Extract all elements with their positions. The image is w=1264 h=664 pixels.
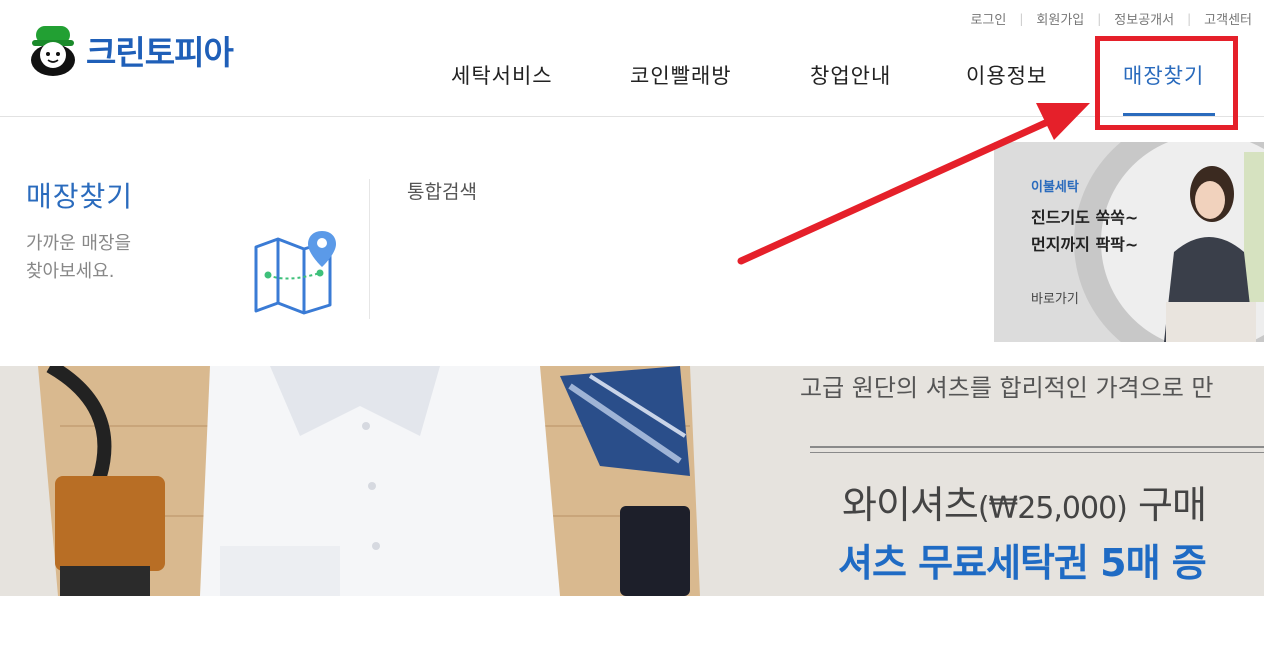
promo-banner[interactable]: 이불세탁 진드기도 쏙쏙~ 먼지까지 팍팍~ 바로가기 <box>994 142 1264 342</box>
separator: | <box>1097 11 1102 26</box>
banner-offer-price: (₩25,000) <box>977 491 1128 526</box>
banner-offer-tail: 구매 <box>1137 483 1207 527</box>
highlight-box <box>1095 36 1238 130</box>
banner-rule <box>810 452 1264 453</box>
utility-nav: 로그인 | 회원가입 | 정보공개서 | 고객센터 <box>970 9 1252 29</box>
banner-free-offer: 셔츠 무료세탁권 5매 증 <box>838 541 1207 585</box>
brand-name: 크린토피아 <box>86 33 234 72</box>
shirt-photo <box>0 366 700 596</box>
banner-tagline: 고급 원단의 셔츠를 합리적인 가격으로 만 <box>800 374 1214 402</box>
separator: | <box>1019 11 1024 26</box>
map-pin-icon <box>254 231 336 315</box>
logo[interactable]: 크린토피아 <box>26 22 234 78</box>
promo-cta[interactable]: 바로가기 <box>1031 288 1079 307</box>
integrated-search-link[interactable]: 통합검색 <box>407 177 477 204</box>
panel-title: 매장찾기 <box>26 180 134 213</box>
nav-franchise[interactable]: 창업안내 <box>810 60 891 90</box>
panel-divider <box>369 179 370 319</box>
promo-line1: 진드기도 쏙쏙~ <box>1031 208 1139 227</box>
promo-tag: 이불세탁 <box>1031 180 1079 195</box>
banner-offer-item: 와이셔츠 <box>842 483 979 527</box>
nav-usage-info[interactable]: 이용정보 <box>966 60 1047 90</box>
banner-offer: 와이셔츠(₩25,000) 구매 <box>842 474 1207 529</box>
mascot-icon <box>31 26 75 76</box>
util-customer-center[interactable]: 고객센터 <box>1204 9 1252 28</box>
util-signup[interactable]: 회원가입 <box>1036 9 1084 28</box>
util-disclosure[interactable]: 정보공개서 <box>1114 9 1174 28</box>
hero-banner[interactable]: 고급 원단의 셔츠를 합리적인 가격으로 만 와이셔츠(₩25,000) 구매 … <box>0 366 1264 596</box>
panel-description-line2: 찾아보세요. <box>26 261 115 282</box>
panel-description: 가까운 매장을 찾아보세요. <box>26 230 196 286</box>
panel-description-line1: 가까운 매장을 <box>26 233 132 254</box>
separator: | <box>1187 11 1192 26</box>
banner-rule <box>810 446 1264 448</box>
promo-line2: 먼지까지 팍팍~ <box>1031 235 1139 254</box>
util-login[interactable]: 로그인 <box>970 9 1006 28</box>
nav-laundry-service[interactable]: 세탁서비스 <box>451 60 553 90</box>
nav-coin-laundry[interactable]: 코인빨래방 <box>630 60 732 90</box>
site-header: 크린토피아 로그인 | 회원가입 | 정보공개서 | 고객센터 세탁서비스 코인… <box>0 0 1264 117</box>
